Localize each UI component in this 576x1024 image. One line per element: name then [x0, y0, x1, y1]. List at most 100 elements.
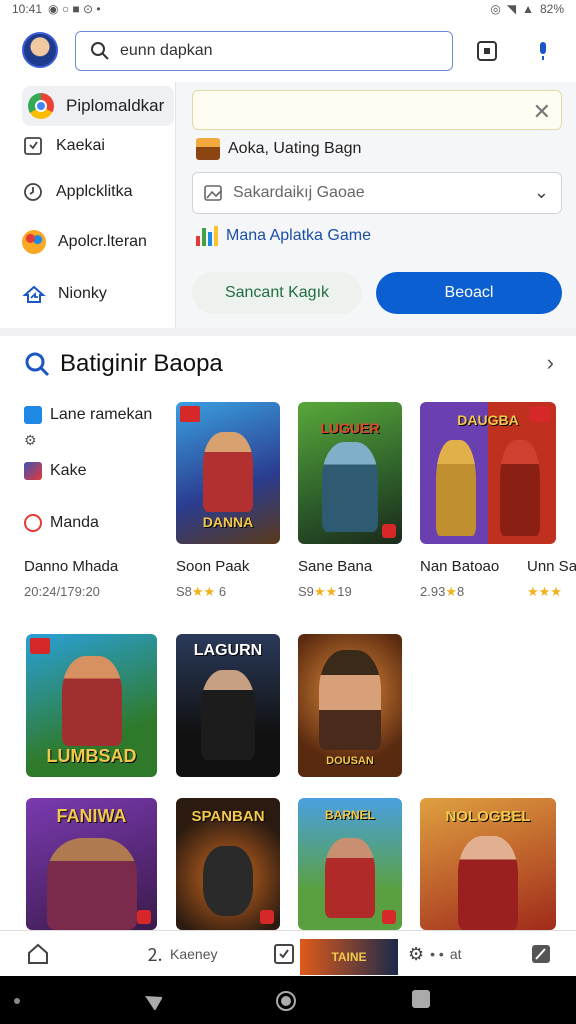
swirl-icon: [24, 514, 42, 532]
panel-option-label: Aoka, Uating Bagn: [228, 140, 362, 157]
status-bar: 10:41 ◉ ○ ■ ⊙ • ◎ ◥ ▲ 82%: [0, 0, 576, 18]
game-art: [458, 836, 518, 930]
game-name: Soon Paak: [176, 558, 250, 575]
secondary-button[interactable]: Sancant Kagık: [192, 272, 362, 314]
bar-chart-icon: [196, 226, 218, 246]
menu-label: Kaekai: [56, 137, 105, 154]
nav-home[interactable]: [26, 941, 50, 967]
game-name: Nan Batoao: [420, 558, 500, 575]
badge: [530, 406, 550, 422]
top-app-bar: eunn dapkan: [0, 26, 576, 76]
search-icon: [91, 42, 109, 60]
game-tile[interactable]: DOUSAN: [298, 634, 402, 777]
panel-option-1[interactable]: Aoka, Uating Bagn: [196, 138, 361, 160]
menu-item-nionky[interactable]: Nionky: [22, 274, 107, 314]
game-art-title: BARNEL: [325, 808, 375, 822]
game-art-title: DANNA: [202, 514, 254, 530]
game-tile[interactable]: FANIWA: [26, 798, 157, 930]
calendar-icon: [24, 137, 42, 155]
game-art: [500, 440, 540, 536]
badge: [137, 910, 151, 924]
featured-meta: 20:24/179:20: [24, 584, 100, 599]
panel-option-label: Mana Aplatka Game: [226, 227, 371, 244]
chrome-icon: [28, 93, 54, 119]
settings-icon[interactable]: ⚙: [24, 432, 37, 449]
menu-item-apolcr[interactable]: Apolcr.lteran: [22, 222, 147, 262]
category-label: Lane ramekan: [50, 406, 153, 423]
side-menu: Piplomaldkar Kaekai Applcklitka Apolcr.l…: [0, 82, 176, 328]
select-placeholder: Sakardaikıj Gaoae: [233, 184, 365, 201]
notification-icon: ◉ ○ ■ ⊙ •: [48, 2, 101, 16]
battery-level: 82%: [539, 2, 564, 16]
game-art: [203, 846, 253, 916]
game-art-title: DOUSAN: [326, 755, 374, 767]
game-art: [319, 650, 381, 750]
game-tile[interactable]: LUGUER: [298, 402, 402, 544]
recents-icon[interactable]: [412, 990, 430, 1008]
game-art-title: LUGUER: [320, 420, 380, 436]
game-tile[interactable]: SPANBAN: [176, 798, 280, 930]
nav-item-2[interactable]: ⒉ Kaeney: [146, 941, 217, 967]
game-tile[interactable]: NOLOGBEL: [420, 798, 556, 930]
category-item[interactable]: Kake: [24, 462, 86, 480]
game-art-title: LUMBSAD: [46, 746, 137, 766]
section-divider: [0, 328, 576, 336]
menu-label: Nionky: [58, 285, 107, 302]
menu-item-kaekai[interactable]: Kaekai: [22, 126, 105, 166]
palette-icon: [22, 230, 46, 254]
close-icon[interactable]: ✕: [533, 99, 551, 125]
share-icon: [22, 285, 46, 303]
menu-label: Piplomaldkar: [66, 96, 165, 115]
ranking-icon: ⒉: [146, 945, 164, 965]
game-art-title: SPANBAN: [191, 808, 265, 825]
panel-select[interactable]: Sakardaikıj Gaoae ⌄: [192, 172, 562, 214]
bookmark-icon: [274, 944, 294, 964]
alarm-icon: ◎: [490, 2, 501, 16]
menu-item-applcklitka[interactable]: Applcklitka: [22, 172, 132, 212]
nav-item-4[interactable]: ⚙ • • at: [408, 941, 462, 967]
badge: [30, 638, 50, 654]
menu-item-piplomaldkar[interactable]: Piplomaldkar: [22, 86, 174, 126]
nav-item-5[interactable]: [530, 941, 552, 967]
signal-icon: ▲: [522, 2, 534, 16]
game-art: [61, 656, 122, 746]
category-label: Manda: [50, 514, 99, 531]
category-item[interactable]: Manda: [24, 514, 99, 532]
chevron-right-icon[interactable]: ›: [547, 350, 554, 376]
home-icon: [28, 943, 48, 964]
game-tile[interactable]: DANNA: [176, 402, 280, 544]
game-art: [436, 440, 476, 536]
game-tile[interactable]: LUMBSAD: [26, 634, 157, 777]
dropdown-panel: ✕ Aoka, Uating Bagn Sakardaikıj Gaoae ⌄ …: [176, 82, 576, 328]
primary-button[interactable]: Beoacl: [376, 272, 562, 314]
section-header[interactable]: Batiginir Baopa ›: [24, 346, 560, 382]
game-tile[interactable]: LAGURN: [176, 634, 280, 777]
picture-icon: [24, 462, 42, 480]
game-rating: ★★★: [527, 584, 562, 599]
wifi-icon: ◥: [506, 2, 517, 16]
game-art: [322, 442, 378, 532]
game-art: [203, 432, 253, 512]
panel-input[interactable]: ✕: [192, 90, 562, 130]
avatar[interactable]: [22, 32, 58, 68]
game-tile[interactable]: DAUGBA: [420, 402, 556, 544]
badge: [382, 524, 396, 538]
game-rating: 2.93★8: [420, 584, 465, 599]
mic-icon[interactable]: [532, 40, 554, 62]
game-name: Unn Sa: [527, 558, 576, 575]
badge: [260, 910, 274, 924]
search-input[interactable]: eunn dapkan: [75, 31, 453, 71]
panel-option-2[interactable]: Mana Aplatka Game: [196, 226, 371, 246]
checkbox-icon: [24, 406, 42, 424]
category-item[interactable]: Lane ramekan: [24, 406, 152, 424]
category-label: Kake: [50, 462, 87, 479]
home-button-icon[interactable]: [275, 990, 297, 1012]
promo-banner[interactable]: TAINE: [300, 939, 398, 975]
back-icon[interactable]: [142, 990, 162, 1010]
more-dots-icon: • •: [430, 946, 444, 962]
game-tile[interactable]: BARNEL: [298, 798, 402, 930]
tab-switcher-icon[interactable]: [476, 40, 498, 62]
game-art: [46, 838, 137, 930]
nav-label: Kaeney: [170, 946, 218, 962]
nav-item-3[interactable]: [272, 941, 296, 967]
